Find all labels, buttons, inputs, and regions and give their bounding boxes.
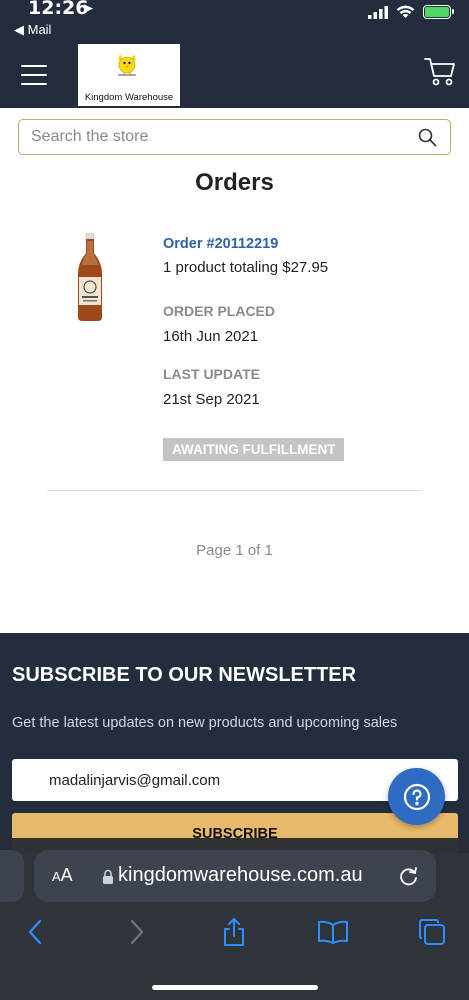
site-header: Kingdom Warehouse	[0, 42, 469, 108]
menu-icon[interactable]	[21, 65, 47, 85]
store-logo[interactable]: Kingdom Warehouse	[78, 44, 180, 106]
wifi-icon	[396, 5, 415, 18]
search-icon[interactable]	[418, 128, 437, 147]
battery-icon	[423, 5, 454, 19]
status-badge: AWAITING FULFILLMENT	[163, 438, 345, 461]
back-app-label: Mail	[27, 22, 52, 37]
home-indicator	[152, 985, 318, 990]
reader-settings-button[interactable]: AA	[52, 865, 73, 886]
url-text: kingdomwarehouse.com.au	[118, 864, 363, 886]
location-arrow-icon: ➤	[82, 0, 94, 16]
newsletter-description: Get the latest updates on new products a…	[12, 715, 398, 731]
order-number-link[interactable]: Order #20112219	[163, 236, 278, 252]
bird-logo-icon	[118, 54, 136, 76]
forward-button[interactable]	[121, 916, 153, 948]
tabs-button[interactable]	[416, 916, 448, 948]
tabs-icon	[419, 919, 445, 945]
last-update-date: 21st Sep 2021	[163, 391, 260, 408]
address-bar[interactable]: AA kingdomwarehouse.com.au	[34, 850, 436, 902]
back-to-app-link[interactable]: ◀ Mail	[14, 22, 51, 38]
bookmarks-button[interactable]	[317, 916, 349, 948]
help-button[interactable]	[388, 768, 445, 825]
share-icon	[224, 918, 244, 946]
book-icon	[318, 920, 348, 944]
previous-tab-peek[interactable]	[0, 850, 24, 902]
lock-icon	[103, 869, 113, 884]
browser-bottom-bar: AA kingdomwarehouse.com.au	[0, 838, 469, 1000]
newsletter-section: SUBSCRIBE TO OUR NEWSLETTER Get the late…	[0, 633, 469, 853]
ios-status-bar: 12:26 ➤ ◀ Mail	[0, 0, 469, 42]
divider	[47, 490, 422, 491]
product-bottle-image[interactable]	[73, 233, 107, 321]
pagination: Page 1 of 1	[196, 542, 273, 559]
reload-icon[interactable]	[398, 865, 420, 887]
search-bar	[18, 119, 451, 155]
order-placed-date: 16th Jun 2021	[163, 328, 259, 345]
logo-text: Kingdom Warehouse	[84, 92, 174, 103]
newsletter-title: SUBSCRIBE TO OUR NEWSLETTER	[12, 664, 357, 686]
order-summary: 1 product totaling $27.95	[163, 259, 329, 276]
chevron-right-icon	[130, 919, 144, 945]
search-input[interactable]	[31, 120, 411, 153]
page-title: Orders	[195, 169, 274, 196]
share-button[interactable]	[218, 916, 250, 948]
back-button[interactable]	[19, 916, 51, 948]
status-time: 12:26	[28, 0, 89, 19]
signal-icon	[368, 5, 388, 19]
order-placed-label: ORDER PLACED	[163, 303, 276, 319]
aa-small: A	[52, 869, 61, 884]
question-icon	[403, 783, 430, 810]
aa-large: A	[60, 865, 73, 885]
last-update-label: LAST UPDATE	[163, 366, 260, 382]
cart-icon[interactable]	[423, 54, 457, 88]
status-icons	[368, 5, 454, 19]
chevron-left-icon	[28, 919, 42, 945]
